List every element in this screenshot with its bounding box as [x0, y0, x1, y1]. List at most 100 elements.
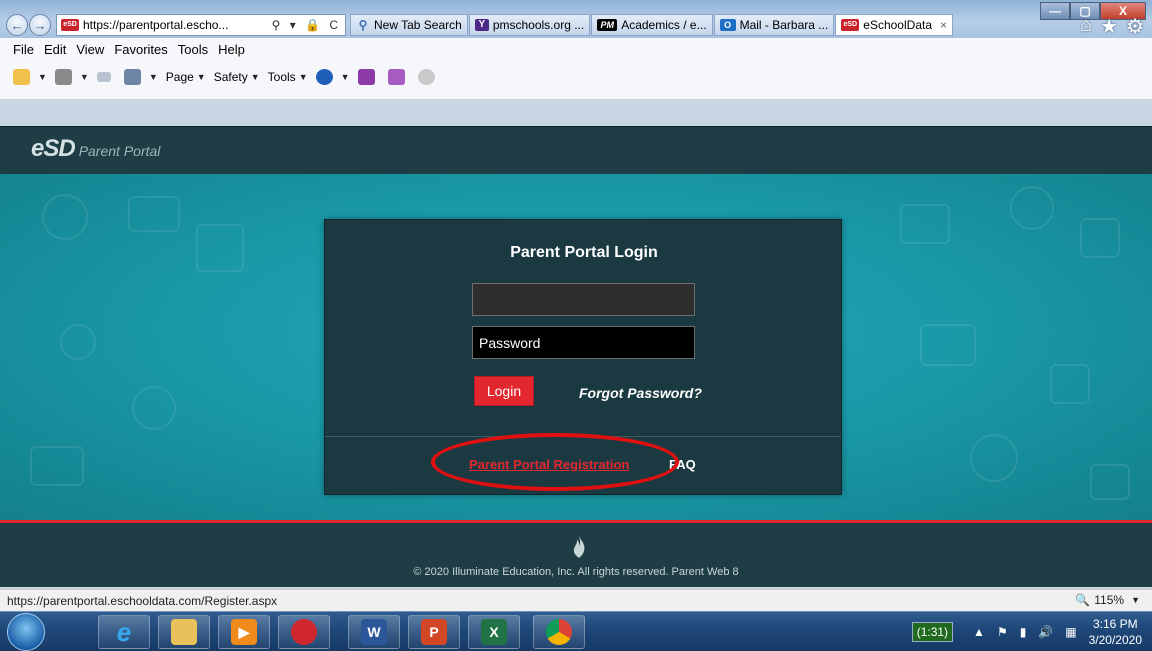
magnifier-icon: 🔍	[1075, 593, 1091, 607]
status-bar: https://parentportal.eschooldata.com/Reg…	[0, 589, 1152, 611]
portal-logo[interactable]: eSD Parent Portal	[31, 135, 160, 163]
help-button[interactable]: ▼	[315, 69, 350, 85]
word-icon: W	[361, 619, 387, 645]
back-button[interactable]: ←	[6, 14, 28, 36]
home-icon[interactable]: ⌂	[1080, 14, 1092, 39]
read-mail-icon	[96, 72, 111, 82]
zoom-control[interactable]: 🔍 115% ▼	[1075, 593, 1140, 607]
feeds-button[interactable]: ▼	[54, 69, 89, 85]
onenote-linked-icon	[387, 69, 405, 85]
taskbar-internet-explorer[interactable]: e	[98, 615, 150, 649]
login-panel: Parent Portal Login Password Login Forgo…	[324, 219, 842, 495]
menu-favorites[interactable]: Favorites	[114, 42, 167, 57]
onenote-button[interactable]	[357, 69, 380, 85]
planet-doodle-icon	[132, 386, 176, 430]
taskbar-word[interactable]: W	[348, 615, 400, 649]
parent-portal-registration-link[interactable]: Parent Portal Registration	[469, 457, 629, 472]
media-player-icon: ▶	[231, 619, 257, 645]
settings-gear-icon	[417, 69, 435, 85]
status-url: https://parentportal.eschooldata.com/Reg…	[7, 594, 278, 608]
chevron-down-icon: ▼	[1131, 595, 1140, 605]
home-icon	[13, 69, 30, 85]
read-mail-button[interactable]	[96, 72, 116, 82]
print-button[interactable]: ▼	[123, 69, 158, 85]
esd-logo-mark: eSD	[31, 135, 76, 162]
tab-new-tab-search[interactable]: ⚲ New Tab Search	[350, 14, 468, 36]
show-hidden-icons-icon[interactable]: ▲	[973, 625, 985, 639]
command-bar: ▼ ▼ ▼ Page ▼ Safety ▼ Tools ▼ ▼	[13, 65, 448, 89]
settings-button[interactable]	[417, 69, 440, 85]
faq-link[interactable]: FAQ	[669, 457, 696, 472]
login-title: Parent Portal Login	[510, 244, 658, 261]
safety-menu[interactable]: Safety ▼	[214, 70, 260, 84]
zoom-level: 115%	[1094, 593, 1125, 607]
battery-badge[interactable]: (1:31)	[911, 622, 954, 642]
taskbar-powerpoint[interactable]: P	[408, 615, 460, 649]
clock[interactable]: 3:16 PM 3/20/2020	[1089, 616, 1142, 648]
tab-eschooldata[interactable]: eSD eSchoolData ×	[835, 14, 954, 36]
menu-view[interactable]: View	[76, 42, 104, 57]
triangle-doodle-icon	[1080, 218, 1120, 258]
menu-tools[interactable]: Tools	[178, 42, 208, 57]
logo-text: Parent Portal	[78, 143, 161, 159]
taskbar-chrome[interactable]	[533, 615, 585, 649]
tab-strip: ⚲ New Tab Search Y pmschools.org ... PM …	[350, 14, 954, 36]
book-doodle-icon	[128, 196, 180, 232]
battery-icon[interactable]: ▮	[1020, 625, 1027, 639]
settings-gear-icon[interactable]: ⚙	[1126, 14, 1144, 39]
portal-footer: © 2020 Illuminate Education, Inc. All ri…	[0, 520, 1152, 587]
atom-doodle-icon	[970, 434, 1018, 482]
onenote-icon	[357, 69, 375, 85]
tab-pmschools[interactable]: Y pmschools.org ...	[468, 14, 591, 36]
illuminate-flame-icon	[573, 536, 585, 558]
username-input[interactable]	[472, 283, 695, 316]
menu-edit[interactable]: Edit	[44, 42, 66, 57]
taskbar-excel[interactable]: X	[468, 615, 520, 649]
system-tray: (1:31) ▲ ⚑ ▮ 🔊 ▦ 3:16 PM 3/20/2020	[911, 612, 1152, 651]
login-button[interactable]: Login	[474, 376, 534, 406]
address-actions-icon[interactable]: ⚲ ▾ 🔒 C	[272, 18, 341, 32]
folder-icon	[171, 619, 197, 645]
tab-label: Mail - Barbara ...	[739, 18, 829, 32]
favorites-star-icon[interactable]: ★	[1100, 14, 1118, 39]
rss-feed-icon	[54, 69, 72, 85]
tab-label: New Tab Search	[374, 18, 462, 32]
forward-button[interactable]: →	[29, 14, 51, 36]
portal-header: eSD Parent Portal	[0, 126, 1152, 174]
menu-help[interactable]: Help	[218, 42, 245, 57]
menu-file[interactable]: File	[13, 42, 34, 57]
tab-academics[interactable]: PM Academics / e...	[591, 14, 713, 36]
taskbar-file-explorer[interactable]	[158, 615, 210, 649]
volume-icon[interactable]: 🔊	[1038, 625, 1053, 639]
tab-label: eSchoolData	[863, 18, 932, 32]
tools-menu[interactable]: Tools ▼	[268, 70, 308, 84]
security-app-icon	[291, 619, 317, 645]
onenote-linked-button[interactable]	[387, 69, 410, 85]
pencil-doodle-icon	[1090, 464, 1130, 500]
signal-icon[interactable]: ▦	[1065, 625, 1076, 639]
outlook-icon: O	[719, 19, 736, 31]
atom-doodle-icon	[60, 324, 96, 360]
copyright-text: © 2020 Illuminate Education, Inc. All ri…	[413, 566, 739, 578]
page-menu[interactable]: Page ▼	[166, 70, 206, 84]
close-tab-icon[interactable]: ×	[940, 18, 947, 32]
taskbar-media-player[interactable]: ▶	[218, 615, 270, 649]
password-input[interactable]: Password	[472, 326, 695, 359]
globe-doodle-icon	[42, 194, 88, 240]
browser-toolbar-icons: ⌂ ★ ⚙	[1080, 14, 1144, 39]
start-button[interactable]	[7, 613, 45, 651]
panel-divider	[325, 436, 841, 437]
yahoo-icon: Y	[474, 19, 489, 31]
home-button[interactable]: ▼	[13, 69, 47, 85]
flag-icon[interactable]: ⚑	[997, 625, 1008, 639]
tab-mail[interactable]: O Mail - Barbara ...	[713, 14, 835, 36]
search-icon: ⚲	[358, 18, 368, 32]
taskbar-security-app[interactable]	[278, 615, 330, 649]
internet-explorer-icon: e	[116, 616, 132, 647]
forgot-password-link[interactable]: Forgot Password?	[579, 385, 702, 401]
grid-doodle-icon	[196, 224, 244, 272]
navigation-row: ← → eSD https://parentportal.escho... ⚲ …	[0, 12, 1152, 38]
address-bar[interactable]: eSD https://parentportal.escho... ⚲ ▾ 🔒 …	[56, 14, 346, 36]
menu-bar: File Edit View Favorites Tools Help	[13, 42, 245, 57]
chrome-icon	[546, 619, 572, 645]
